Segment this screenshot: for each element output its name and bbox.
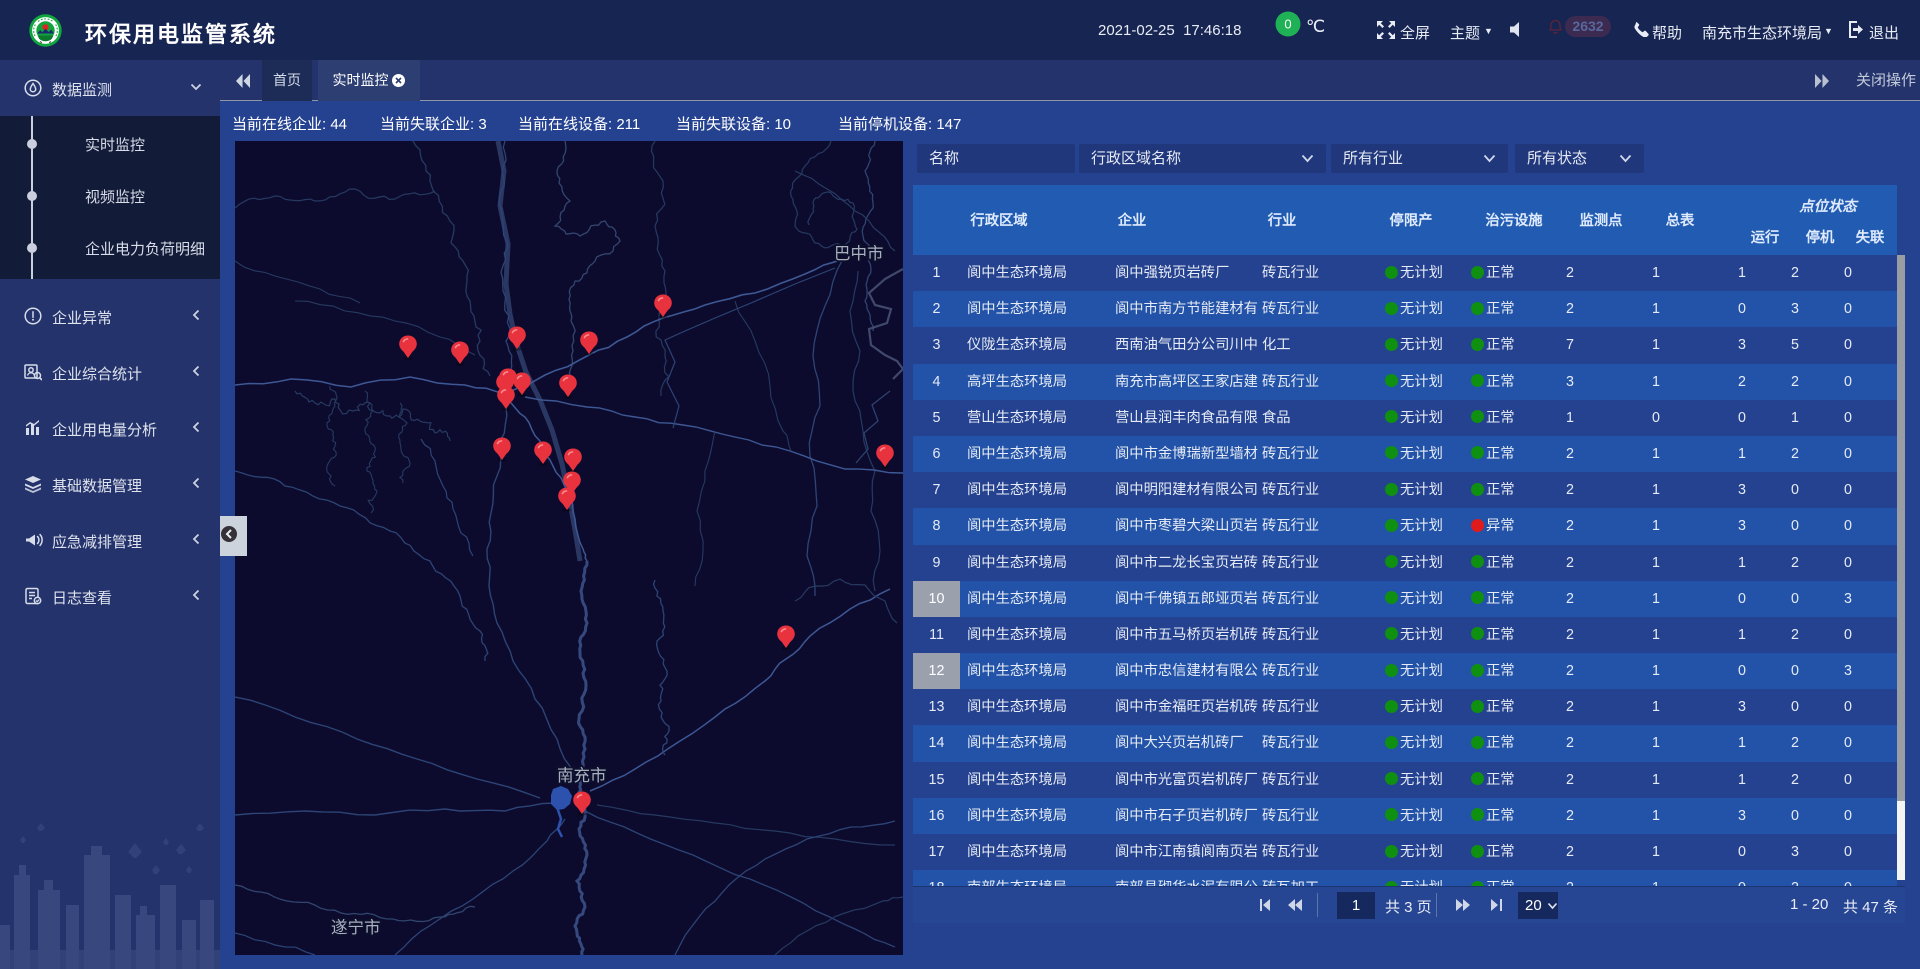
svg-text:0: 0: [1284, 17, 1291, 32]
svg-text:遂宁市: 遂宁市: [331, 918, 381, 937]
svg-text:南充市: 南充市: [557, 766, 607, 785]
svg-text:巴中市: 巴中市: [834, 244, 884, 263]
